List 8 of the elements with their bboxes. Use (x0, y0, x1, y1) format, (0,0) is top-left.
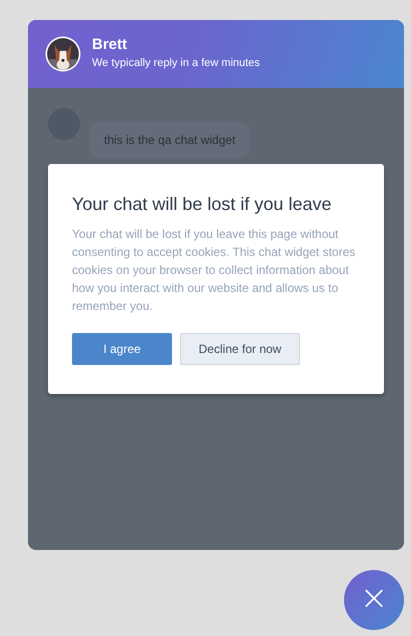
dialog-text: Your chat will be lost if you leave this page without consenting to accept cookies. This chat widget stores cookies on your browser to collect information about how you interact with our website and allows us to remember you. (72, 226, 356, 315)
status-text: We typically reply in a few minutes (92, 56, 260, 68)
close-button[interactable]: × (344, 570, 404, 630)
decline-button[interactable]: Decline for now (180, 333, 300, 365)
dialog-title: Your chat will be lost if you leave (72, 194, 332, 215)
message-bubble: this is the qa chat widget (90, 122, 250, 158)
agree-button[interactable]: I agree (72, 333, 172, 365)
agent-name: Brett (92, 36, 128, 52)
